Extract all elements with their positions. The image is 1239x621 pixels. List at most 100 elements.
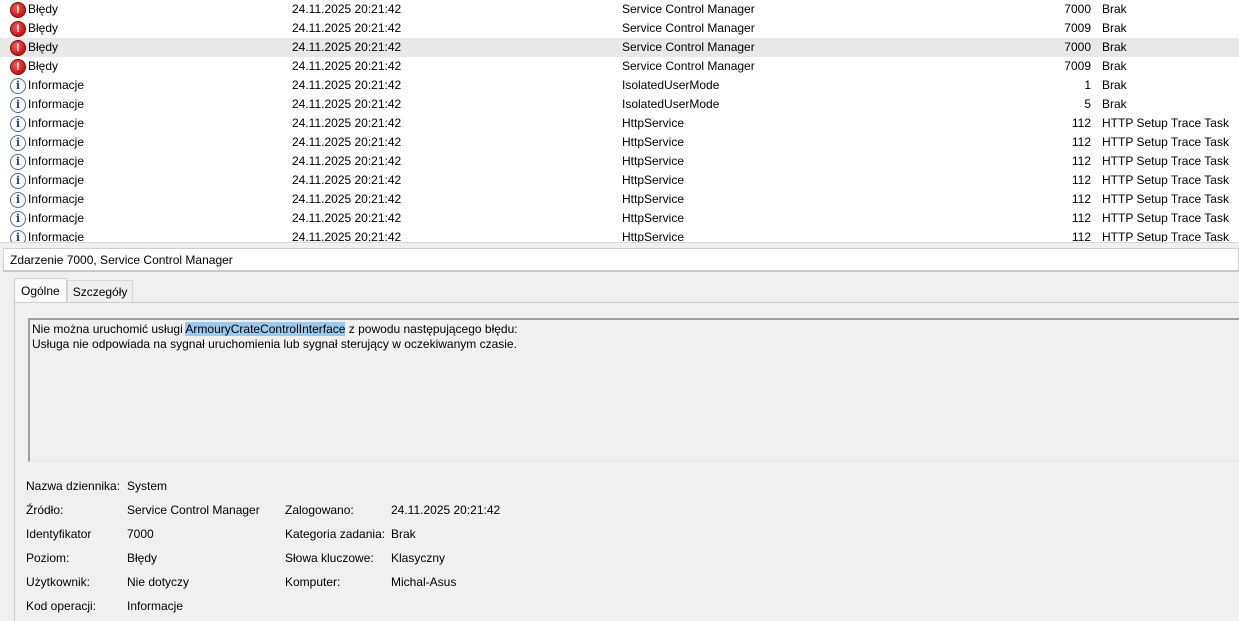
event-level: Informacje — [28, 78, 85, 92]
event-level-cell: i Informacje — [10, 190, 84, 209]
event-id: 112 — [1071, 116, 1091, 130]
tab-general[interactable]: Ogólne — [14, 278, 67, 302]
tab-details[interactable]: Szczegóły — [66, 280, 134, 302]
event-row[interactable]: i Informacje 24.11.2025 20:21:42 HttpServic… — [0, 228, 1239, 242]
event-row[interactable]: i Informacje 24.11.2025 20:21:42 IsolatedUs… — [0, 76, 1239, 95]
event-source: HttpService — [622, 135, 685, 149]
info-icon: i — [10, 153, 26, 170]
event-id: 7000 — [1064, 40, 1091, 54]
event-row[interactable]: ! Błędy 24.11.2025 20:21:42 Service Control… — [0, 19, 1239, 38]
event-row[interactable]: i Informacje 24.11.2025 20:21:42 HttpServic… — [0, 133, 1239, 152]
info-icon: i — [10, 115, 26, 132]
event-row[interactable]: ! Błędy 24.11.2025 20:21:42 Service Control… — [0, 0, 1239, 19]
event-list[interactable]: ! Błędy 24.11.2025 20:21:42 Service Control… — [0, 0, 1239, 242]
event-source: Service Control Manager — [622, 21, 755, 35]
event-task-category: Brak — [1102, 59, 1127, 73]
event-row[interactable]: i Informacje 24.11.2025 20:21:42 IsolatedUs… — [0, 95, 1239, 114]
computer-label: Komputer: — [285, 575, 341, 589]
event-task-category: HTTP Setup Trace Task — [1102, 192, 1229, 206]
event-source: Service Control Manager — [622, 59, 755, 73]
event-row[interactable]: i Informacje 24.11.2025 20:21:42 HttpServic… — [0, 209, 1239, 228]
event-row[interactable]: ! Błędy 24.11.2025 20:21:42 Service Control… — [0, 38, 1239, 57]
event-level: Informacje — [28, 230, 85, 242]
event-date: 24.11.2025 20:21:42 — [292, 97, 402, 111]
event-id: 7009 — [1064, 59, 1091, 73]
event-row[interactable]: i Informacje 24.11.2025 20:21:42 HttpServic… — [0, 152, 1239, 171]
event-row[interactable]: i Informacje 24.11.2025 20:21:42 HttpServic… — [0, 190, 1239, 209]
event-source: HttpService — [622, 173, 685, 187]
message-line-2: Usługa nie odpowiada na sygnał uruchomie… — [32, 337, 517, 351]
event-task-category: Brak — [1102, 97, 1127, 111]
event-detail-header: Zdarzenie 7000, Service Control Manager — [3, 248, 1239, 272]
event-id: 112 — [1071, 154, 1091, 168]
event-source: IsolatedUserMode — [622, 97, 720, 111]
info-icon: i — [10, 229, 26, 242]
message-text-after: z powodu następującego błędu: — [345, 322, 518, 336]
event-level-cell: i Informacje — [10, 228, 84, 242]
event-task-category: Brak — [1102, 2, 1127, 16]
event-message-box[interactable]: Nie można uruchomić usługi ArmouryCrateC… — [28, 318, 1239, 462]
logged-value: 24.11.2025 20:21:42 — [391, 503, 501, 517]
event-level: Informacje — [28, 135, 85, 149]
event-id-label: Identyfikator — [26, 527, 92, 541]
event-row[interactable]: i Informacje 24.11.2025 20:21:42 HttpServic… — [0, 171, 1239, 190]
task-category-label: Kategoria zadania: — [285, 527, 386, 541]
event-task-category: Brak — [1102, 40, 1127, 54]
info-icon: i — [10, 210, 26, 227]
event-level-cell: i Informacje — [10, 133, 84, 152]
event-row[interactable]: i Informacje 24.11.2025 20:21:42 HttpServic… — [0, 114, 1239, 133]
error-icon: ! — [10, 58, 26, 75]
task-category-value: Brak — [391, 527, 416, 541]
event-task-category: HTTP Setup Trace Task — [1102, 154, 1229, 168]
event-row[interactable]: ! Błędy 24.11.2025 20:21:42 Service Control… — [0, 57, 1239, 76]
logged-label: Zalogowano: — [285, 503, 354, 517]
event-date: 24.11.2025 20:21:42 — [292, 116, 402, 130]
computer-value: Michal-Asus — [391, 575, 457, 589]
event-viewer: ! Błędy 24.11.2025 20:21:42 Service Control… — [0, 0, 1239, 621]
event-level-cell: i Informacje — [10, 152, 84, 171]
event-source: Service Control Manager — [622, 2, 755, 16]
event-detail-title: Zdarzenie 7000, Service Control Manager — [10, 253, 233, 267]
keywords-value: Klasyczny — [391, 551, 446, 565]
event-level-cell: ! Błędy — [10, 57, 58, 76]
event-date: 24.11.2025 20:21:42 — [292, 40, 402, 54]
event-id-value: 7000 — [127, 527, 154, 541]
event-level: Informacje — [28, 154, 85, 168]
message-text-before: Nie można uruchomić usługi — [32, 322, 186, 336]
event-level: Błędy — [28, 40, 59, 54]
event-id: 112 — [1071, 173, 1091, 187]
opcode-label: Kod operacji: — [26, 599, 97, 613]
source-value: Service Control Manager — [127, 503, 260, 517]
event-source: HttpService — [622, 154, 685, 168]
event-level: Błędy — [28, 21, 59, 35]
event-task-category: Brak — [1102, 21, 1127, 35]
event-task-category: Brak — [1102, 78, 1127, 92]
event-level-cell: ! Błędy — [10, 19, 58, 38]
event-source: HttpService — [622, 116, 685, 130]
log-name-label: Nazwa dziennika: — [26, 479, 121, 493]
event-level: Błędy — [28, 59, 59, 73]
event-level-cell: i Informacje — [10, 114, 84, 133]
source-label: Źródło: — [26, 503, 64, 517]
info-icon: i — [10, 172, 26, 189]
level-value: Błędy — [127, 551, 158, 565]
event-id: 1 — [1084, 78, 1091, 92]
opcode-value: Informacje — [127, 599, 184, 613]
detail-tabs: Ogólne Szczegóły — [14, 278, 134, 302]
event-id: 7000 — [1064, 2, 1091, 16]
error-icon: ! — [10, 20, 26, 37]
event-id: 112 — [1071, 230, 1091, 242]
event-level: Informacje — [28, 116, 85, 130]
event-level: Informacje — [28, 173, 85, 187]
event-task-category: HTTP Setup Trace Task — [1102, 211, 1229, 225]
event-level-cell: i Informacje — [10, 95, 84, 114]
event-source: Service Control Manager — [622, 40, 755, 54]
user-label: Użytkownik: — [26, 575, 91, 589]
event-level-cell: ! Błędy — [10, 38, 58, 57]
event-date: 24.11.2025 20:21:42 — [292, 59, 402, 73]
info-icon: i — [10, 191, 26, 208]
event-id: 7009 — [1064, 21, 1091, 35]
event-id: 5 — [1084, 97, 1091, 111]
level-label: Poziom: — [26, 551, 70, 565]
event-date: 24.11.2025 20:21:42 — [292, 211, 402, 225]
